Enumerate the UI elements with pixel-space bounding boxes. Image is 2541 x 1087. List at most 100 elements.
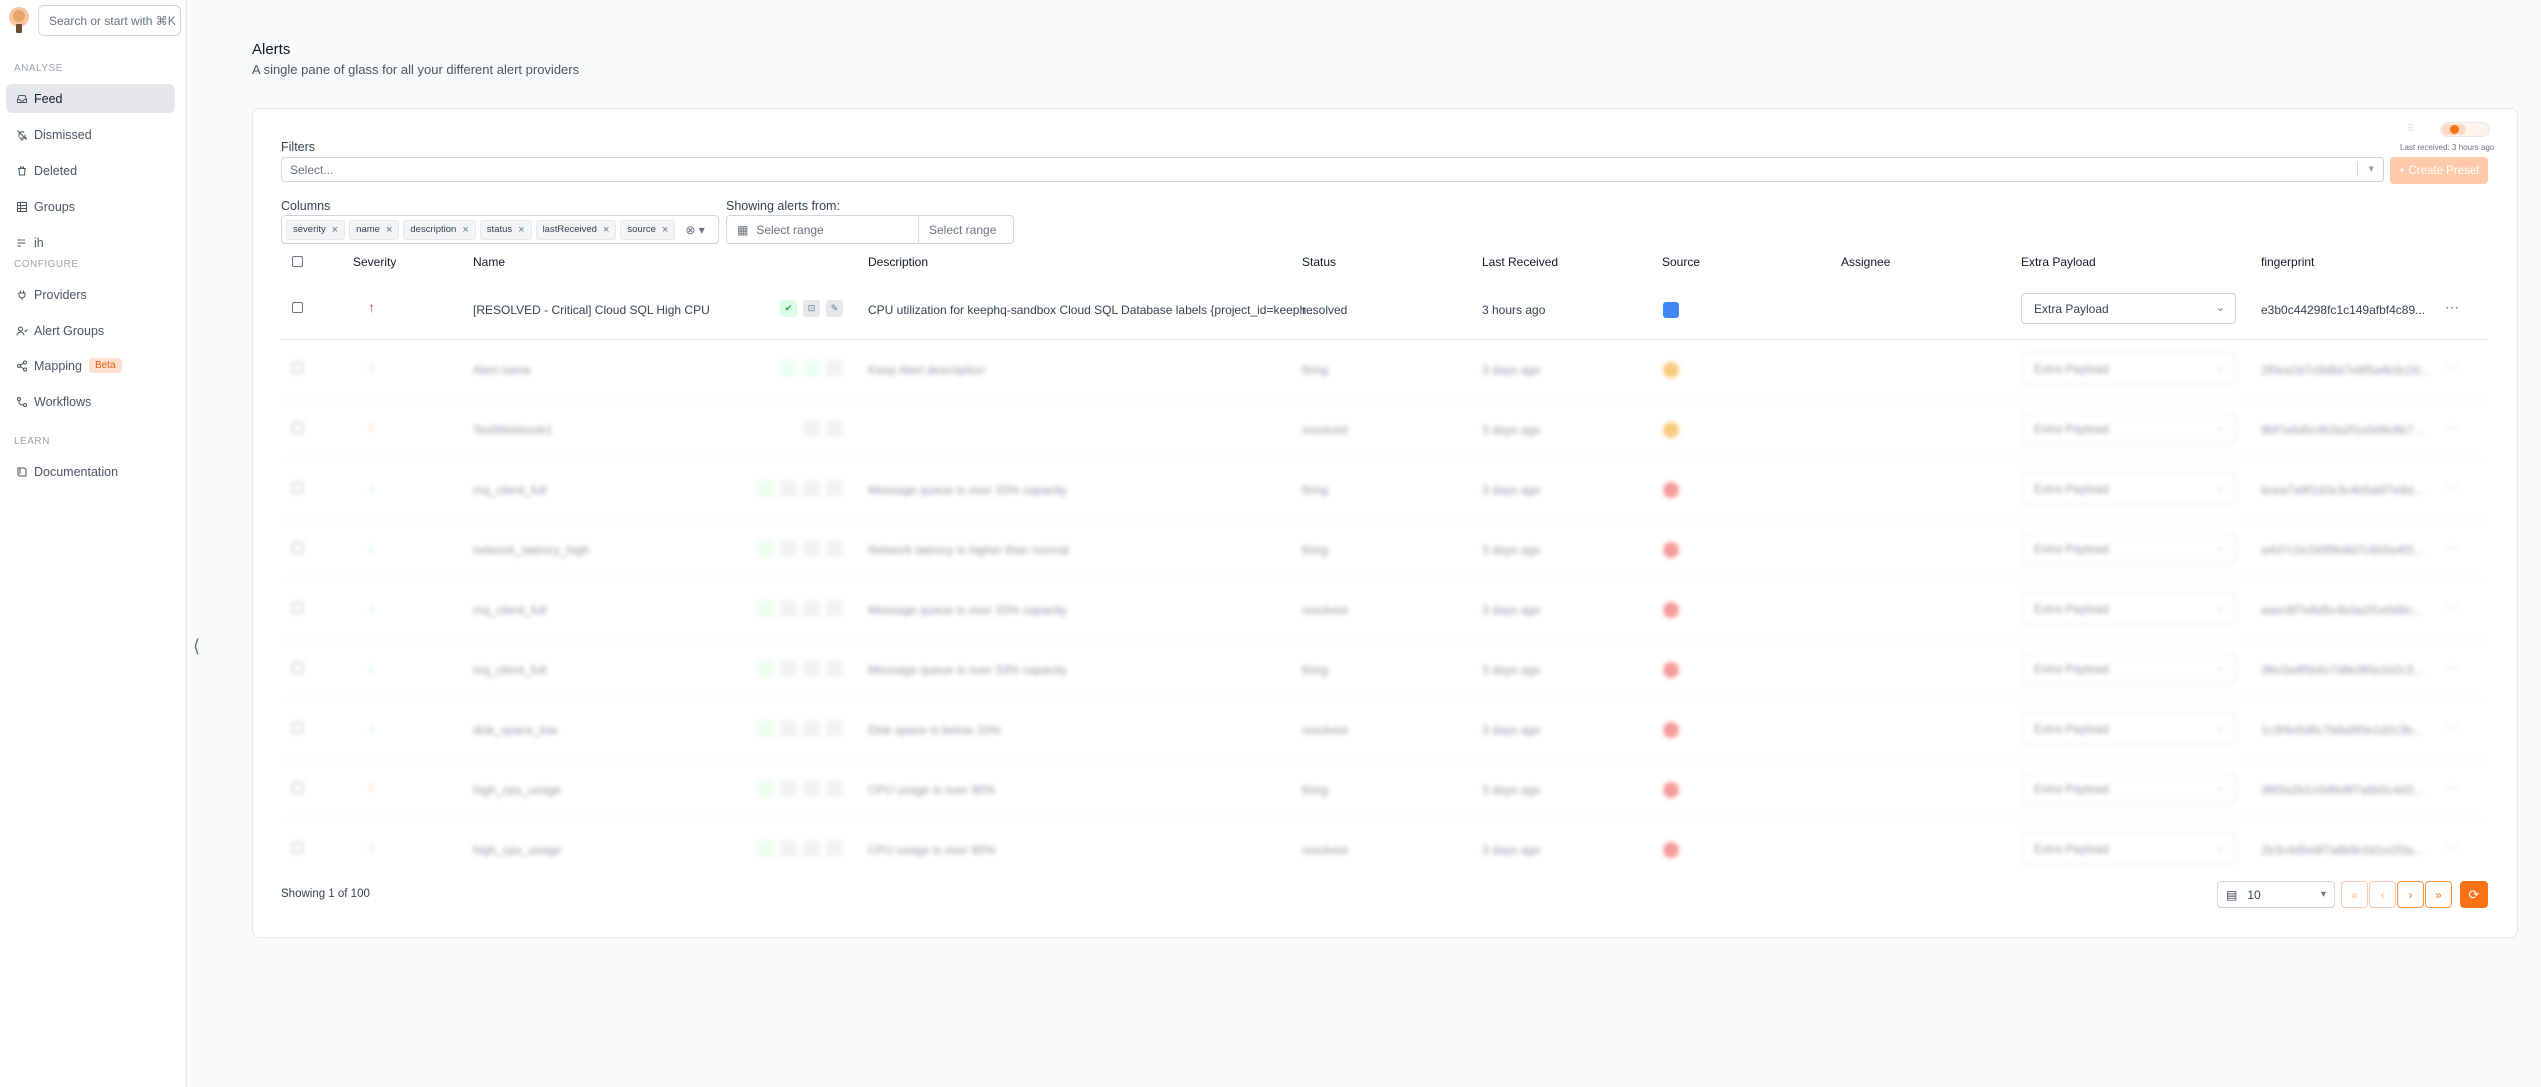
remove-chip-icon[interactable]: × xyxy=(518,224,524,236)
row-checkbox[interactable] xyxy=(292,482,303,493)
remove-chip-icon[interactable]: × xyxy=(386,224,392,236)
first-page-button[interactable]: « xyxy=(2341,881,2368,908)
check-icon[interactable] xyxy=(757,660,774,677)
check-icon[interactable] xyxy=(780,360,797,377)
filters-select[interactable]: Select... ▾ xyxy=(281,157,2384,182)
row-checkbox[interactable] xyxy=(292,422,303,433)
sidebar-item-alert-groups[interactable]: Alert Groups xyxy=(6,316,175,345)
check-icon[interactable] xyxy=(757,540,774,557)
pin-icon[interactable] xyxy=(780,600,797,617)
edit-icon[interactable] xyxy=(826,840,843,857)
create-preset-button[interactable]: + Create Preset xyxy=(2390,157,2488,184)
drag-handle-icon[interactable]: ⠿ xyxy=(2407,124,2414,135)
row-checkbox[interactable] xyxy=(292,662,303,673)
sidebar-item-deleted[interactable]: Deleted xyxy=(6,156,175,185)
more-actions-icon[interactable]: ⋯ xyxy=(2445,479,2459,496)
row-checkbox[interactable] xyxy=(292,302,303,313)
extra-payload-select[interactable]: Extra Payload ⌄ xyxy=(2021,473,2236,504)
header-extra-payload[interactable]: Extra Payload xyxy=(2021,255,2096,269)
sidebar-item-documentation[interactable]: Documentation xyxy=(6,457,175,486)
live-toggle[interactable] xyxy=(2440,122,2490,137)
row-checkbox[interactable] xyxy=(292,602,303,613)
edit-icon[interactable] xyxy=(826,480,843,497)
remove-chip-icon[interactable]: × xyxy=(603,224,609,236)
extra-payload-select[interactable]: Extra Payload ⌄ xyxy=(2021,653,2236,684)
sidebar-item-workflows[interactable]: Workflows xyxy=(6,387,175,416)
bell-icon[interactable] xyxy=(803,540,820,557)
edit-icon[interactable] xyxy=(826,540,843,557)
select-all-checkbox[interactable] xyxy=(292,256,303,267)
sidebar-item-dismissed[interactable]: Dismissed xyxy=(6,120,175,149)
pin-icon[interactable] xyxy=(780,660,797,677)
check-icon[interactable] xyxy=(757,780,774,797)
range-from-input[interactable]: ▦ Select range xyxy=(726,215,919,244)
sidebar-item-mapping[interactable]: Mapping Beta xyxy=(6,351,175,380)
edit-icon[interactable] xyxy=(826,360,843,377)
header-fingerprint[interactable]: fingerprint xyxy=(2261,255,2314,269)
more-actions-icon[interactable]: ⋯ xyxy=(2445,779,2459,796)
bell-icon[interactable] xyxy=(803,480,820,497)
header-source[interactable]: Source xyxy=(1662,255,1700,269)
prev-page-button[interactable]: ‹ xyxy=(2369,881,2396,908)
refresh-button[interactable]: ⟳ xyxy=(2460,881,2488,908)
header-status[interactable]: Status xyxy=(1302,255,1336,269)
pin-icon[interactable] xyxy=(780,480,797,497)
extra-payload-select[interactable]: Extra Payload ⌄ xyxy=(2021,293,2236,324)
keep-logo-icon[interactable] xyxy=(7,6,31,34)
last-page-button[interactable]: » xyxy=(2425,881,2452,908)
more-actions-icon[interactable]: ⋯ xyxy=(2445,359,2459,376)
search-input[interactable]: Search or start with ⌘K xyxy=(38,5,181,36)
sidebar-item-providers[interactable]: Providers xyxy=(6,280,175,309)
more-actions-icon[interactable]: ⋯ xyxy=(2445,719,2459,736)
bell-icon[interactable] xyxy=(803,660,820,677)
check-icon[interactable]: ✔ xyxy=(780,300,797,317)
edit-icon[interactable] xyxy=(826,600,843,617)
sidebar-item-groups[interactable]: Groups xyxy=(6,192,175,221)
check-icon[interactable] xyxy=(757,480,774,497)
sidebar-item-feed[interactable]: Feed xyxy=(6,84,175,113)
remove-chip-icon[interactable]: × xyxy=(332,224,338,236)
edit-icon[interactable] xyxy=(826,420,843,437)
extra-payload-select[interactable]: Extra Payload ⌄ xyxy=(2021,713,2236,744)
remove-chip-icon[interactable]: × xyxy=(662,224,668,236)
row-checkbox[interactable] xyxy=(292,722,303,733)
next-page-button[interactable]: › xyxy=(2397,881,2424,908)
pin-icon[interactable] xyxy=(780,540,797,557)
more-actions-icon[interactable]: ⋯ xyxy=(2445,539,2459,556)
header-last-received[interactable]: Last Received xyxy=(1482,255,1558,269)
range-to-input[interactable]: Select range xyxy=(918,215,1014,244)
more-actions-icon[interactable]: ⋯ xyxy=(2445,659,2459,676)
check-icon[interactable] xyxy=(757,840,774,857)
edit-icon[interactable] xyxy=(826,720,843,737)
check-icon[interactable] xyxy=(757,600,774,617)
row-checkbox[interactable] xyxy=(292,362,303,373)
pin-icon[interactable] xyxy=(780,720,797,737)
more-actions-icon[interactable]: ⋯ xyxy=(2445,839,2459,856)
pin-icon[interactable] xyxy=(803,360,820,377)
bell-icon[interactable] xyxy=(803,720,820,737)
columns-select[interactable]: severity × name × description × status × las… xyxy=(281,215,719,244)
check-icon[interactable] xyxy=(757,720,774,737)
more-actions-icon[interactable]: ⋯ xyxy=(2445,599,2459,616)
remove-chip-icon[interactable]: × xyxy=(462,224,468,236)
more-actions-icon[interactable]: ⋯ xyxy=(2445,299,2459,316)
header-name[interactable]: Name xyxy=(473,255,505,269)
sidebar-item-ih[interactable]: ih xyxy=(6,228,175,257)
row-checkbox[interactable] xyxy=(292,782,303,793)
extra-payload-select[interactable]: Extra Payload ⌄ xyxy=(2021,773,2236,804)
collapse-sidebar-icon[interactable]: ⟨ xyxy=(193,636,200,657)
extra-payload-select[interactable]: Extra Payload ⌄ xyxy=(2021,593,2236,624)
edit-icon[interactable] xyxy=(826,660,843,677)
row-checkbox[interactable] xyxy=(292,542,303,553)
extra-payload-select[interactable]: Extra Payload ⌄ xyxy=(2021,533,2236,564)
pin-icon[interactable]: ⊡ xyxy=(803,300,820,317)
pin-icon[interactable] xyxy=(780,780,797,797)
extra-payload-select[interactable]: Extra Payload ⌄ xyxy=(2021,833,2236,864)
extra-payload-select[interactable]: Extra Payload ⌄ xyxy=(2021,353,2236,384)
page-size-select[interactable]: ▤ 10 ▾ xyxy=(2217,881,2335,908)
clear-columns-icon[interactable]: ⊗ ▾ xyxy=(685,223,704,237)
pin-icon[interactable] xyxy=(803,420,820,437)
pin-icon[interactable] xyxy=(780,840,797,857)
bell-icon[interactable] xyxy=(803,780,820,797)
header-severity[interactable]: Severity xyxy=(353,255,396,269)
